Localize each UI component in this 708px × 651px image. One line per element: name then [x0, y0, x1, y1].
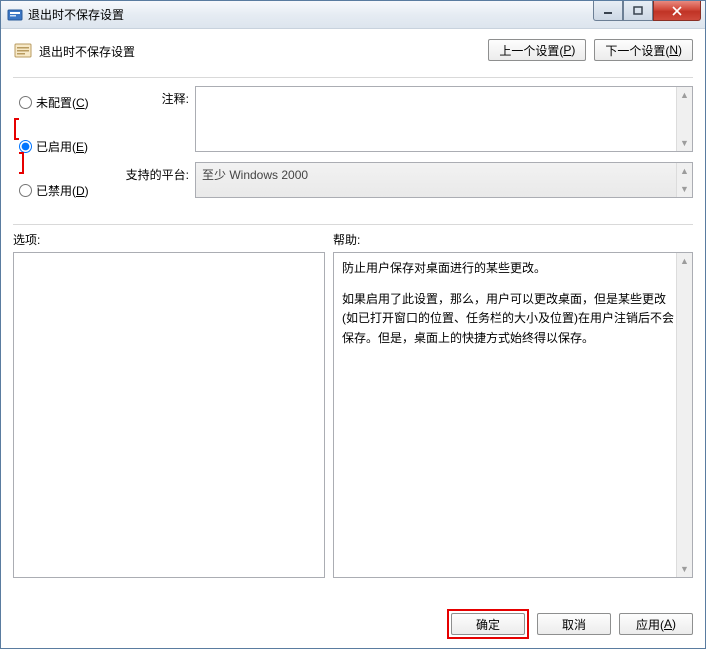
comment-label: 注释: [123, 86, 195, 152]
header-row: 退出时不保存设置 上一个设置(P) 下一个设置(N) [13, 39, 693, 77]
scroll-up-icon[interactable]: ▲ [677, 253, 692, 269]
radio-enabled-input[interactable] [19, 140, 32, 153]
policy-app-icon [7, 7, 23, 23]
panels-row: 防止用户保存对桌面进行的某些更改。 如果启用了此设置，那么，用户可以更改桌面，但… [13, 252, 693, 578]
cancel-button[interactable]: 取消 [537, 613, 611, 635]
content-area: 退出时不保存设置 上一个设置(P) 下一个设置(N) 未配置(C) 已启用(E) [1, 29, 705, 649]
radio-enabled[interactable]: 已启用(E) [19, 136, 123, 156]
policy-title: 退出时不保存设置 [39, 39, 488, 60]
radio-disabled-label: 已禁用(D) [36, 182, 89, 199]
platform-label: 支持的平台: [123, 162, 195, 198]
apply-button[interactable]: 应用(A) [619, 613, 693, 635]
comment-row: 注释: ▲ ▼ [123, 86, 693, 152]
window-controls [593, 1, 701, 21]
scrollbar[interactable]: ▲ ▼ [676, 163, 692, 197]
config-area: 未配置(C) 已启用(E) 已禁用(D) 注释: [13, 86, 693, 210]
fields-column: 注释: ▲ ▼ 支持的平台: 至少 Windows 2000 ▲ [123, 86, 693, 210]
platform-box: 至少 Windows 2000 ▲ ▼ [195, 162, 693, 198]
next-setting-button[interactable]: 下一个设置(N) [594, 39, 693, 61]
scroll-down-icon[interactable]: ▼ [677, 181, 692, 197]
close-button[interactable] [653, 1, 701, 21]
help-label: 帮助: [333, 231, 360, 248]
section-labels: 选项: 帮助: [13, 231, 693, 248]
scroll-up-icon[interactable]: ▲ [677, 87, 692, 103]
ok-highlight: 确定 [447, 609, 529, 639]
state-radios: 未配置(C) 已启用(E) 已禁用(D) [13, 86, 123, 210]
options-label: 选项: [13, 231, 333, 248]
policy-editor-window: 退出时不保存设置 退出时不保存设置 上一个设置(P) 下一个设置(N) 未配置(… [0, 0, 706, 649]
scroll-up-icon[interactable]: ▲ [677, 163, 692, 179]
radio-disabled-input[interactable] [19, 184, 32, 197]
previous-setting-button[interactable]: 上一个设置(P) [488, 39, 586, 61]
help-paragraph: 防止用户保存对桌面进行的某些更改。 [342, 259, 674, 278]
platform-row: 支持的平台: 至少 Windows 2000 ▲ ▼ [123, 162, 693, 198]
enabled-highlight: 已启用(E) [14, 118, 123, 174]
scroll-down-icon[interactable]: ▼ [677, 561, 692, 577]
radio-disabled[interactable]: 已禁用(D) [19, 180, 123, 200]
help-panel: 防止用户保存对桌面进行的某些更改。 如果启用了此设置，那么，用户可以更改桌面，但… [333, 252, 693, 578]
divider [13, 77, 693, 78]
nav-buttons: 上一个设置(P) 下一个设置(N) [488, 39, 693, 61]
radio-not-configured[interactable]: 未配置(C) [19, 92, 123, 112]
radio-enabled-label: 已启用(E) [36, 138, 88, 155]
maximize-button[interactable] [623, 1, 653, 21]
options-panel [13, 252, 325, 578]
bottom-bar: 确定 取消 应用(A) [447, 609, 693, 639]
scrollbar[interactable]: ▲ ▼ [676, 253, 692, 577]
help-text: 防止用户保存对桌面进行的某些更改。 如果启用了此设置，那么，用户可以更改桌面，但… [342, 259, 674, 348]
policy-icon [13, 41, 33, 61]
radio-not-configured-input[interactable] [19, 96, 32, 109]
titlebar[interactable]: 退出时不保存设置 [1, 1, 705, 29]
help-paragraph: 如果启用了此设置，那么，用户可以更改桌面，但是某些更改(如已打开窗口的位置、任务… [342, 290, 674, 348]
scrollbar[interactable]: ▲ ▼ [676, 87, 692, 151]
divider [13, 224, 693, 225]
radio-not-configured-label: 未配置(C) [36, 94, 89, 111]
scroll-down-icon[interactable]: ▼ [677, 135, 692, 151]
ok-button[interactable]: 确定 [451, 613, 525, 635]
comment-textarea[interactable]: ▲ ▼ [195, 86, 693, 152]
platform-value: 至少 Windows 2000 [202, 168, 308, 182]
minimize-button[interactable] [593, 1, 623, 21]
